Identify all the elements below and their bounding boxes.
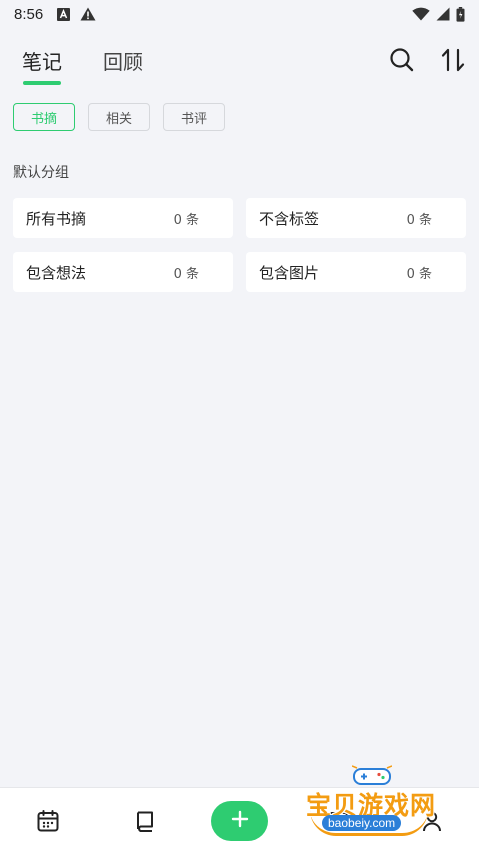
status-time: 8:56 [14,5,44,23]
chip-excerpts[interactable]: 书摘 [13,103,75,131]
group-count: 0 条 [406,266,432,282]
group-card-no-tags[interactable]: 不含标签 0 条 [246,198,466,238]
sort-icon[interactable] [439,46,467,74]
wifi-icon [412,7,430,21]
search-icon[interactable] [388,46,416,74]
profile-icon[interactable] [420,809,444,837]
chip-related[interactable]: 相关 [88,103,150,131]
battery-icon [456,6,465,22]
calendar-icon[interactable] [36,809,60,837]
add-button[interactable] [211,801,268,841]
group-label: 不含标签 [259,209,320,228]
status-right-icons [412,6,465,22]
status-left-icons [57,7,96,21]
group-label: 包含图片 [259,263,320,282]
signal-icon [436,7,450,21]
active-tab-indicator [23,81,61,85]
group-count: 0 条 [173,266,199,282]
top-tab-bar: 笔记 回顾 [0,40,479,86]
group-card-all-excerpts[interactable]: 所有书摘 0 条 [13,198,233,238]
filter-chips: 书摘 相关 书评 [13,103,225,131]
font-a-icon [57,7,71,21]
tab-review[interactable]: 回顾 [103,46,143,75]
group-count: 0 条 [173,212,199,228]
status-bar: 8:56 [0,0,479,28]
tab-notes[interactable]: 笔记 [22,46,62,75]
group-label: 所有书摘 [26,209,87,228]
chip-reviews[interactable]: 书评 [163,103,225,131]
group-count: 0 条 [406,212,432,228]
bottom-nav [0,787,479,853]
warning-icon [80,7,96,21]
ideas-icon[interactable] [326,809,350,837]
book-icon[interactable] [133,809,157,837]
group-label: 包含想法 [26,263,87,282]
group-card-with-images[interactable]: 包含图片 0 条 [246,252,466,292]
add-icon [231,810,249,832]
section-title: 默认分组 [13,165,69,181]
group-card-with-ideas[interactable]: 包含想法 0 条 [13,252,233,292]
